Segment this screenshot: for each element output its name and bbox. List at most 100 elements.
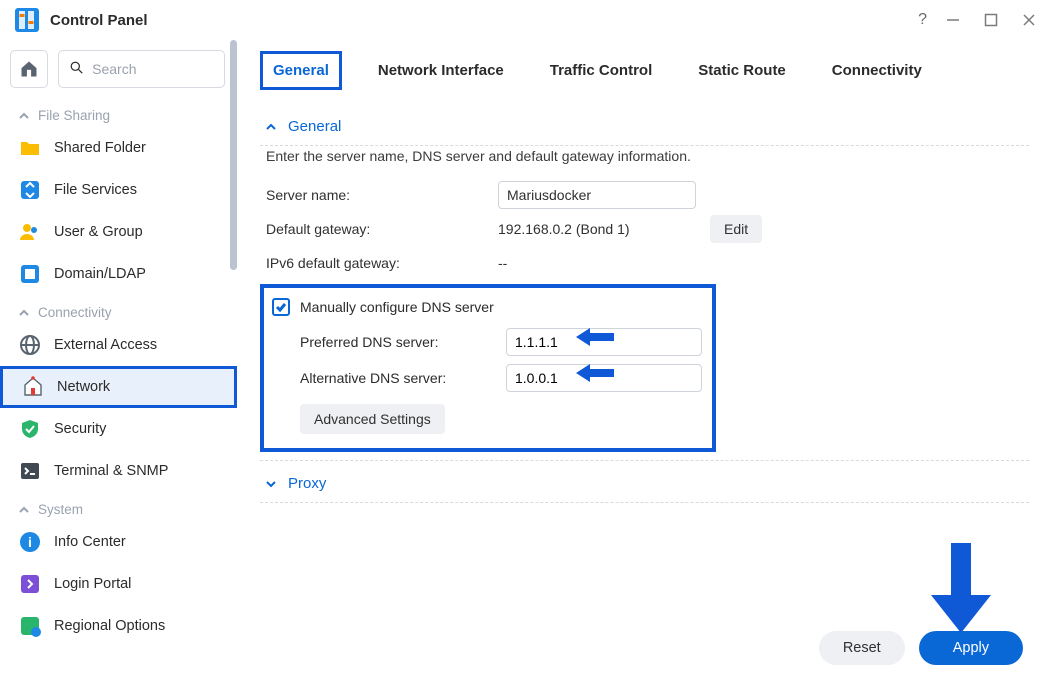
- preferred-dns-input[interactable]: [506, 328, 702, 356]
- chevron-up-icon: [18, 504, 30, 516]
- section-title: General: [288, 118, 341, 135]
- section-system[interactable]: System: [0, 492, 237, 521]
- general-description: Enter the server name, DNS server and de…: [260, 146, 1029, 178]
- home-button[interactable]: [10, 50, 48, 88]
- row-preferred-dns: Preferred DNS server:: [272, 324, 704, 360]
- sidebar-item-terminal-snmp[interactable]: Terminal & SNMP: [0, 450, 237, 492]
- info-icon: i: [18, 530, 42, 554]
- field-value: --: [498, 255, 507, 271]
- file-services-icon: [18, 178, 42, 202]
- section-connectivity[interactable]: Connectivity: [0, 295, 237, 324]
- terminal-icon: [18, 459, 42, 483]
- search-icon: [69, 60, 84, 78]
- sidebar-item-label: Domain/LDAP: [54, 266, 146, 282]
- section-file-sharing[interactable]: File Sharing: [0, 98, 237, 127]
- server-name-input[interactable]: [498, 181, 696, 209]
- content-area: General Network Interface Traffic Contro…: [238, 40, 1051, 679]
- sidebar-item-security[interactable]: Security: [0, 408, 237, 450]
- close-button[interactable]: [1017, 8, 1041, 32]
- apply-button[interactable]: Apply: [919, 631, 1023, 665]
- svg-text:i: i: [28, 534, 32, 550]
- section-general-header[interactable]: General: [260, 104, 1029, 145]
- field-label: Server name:: [266, 187, 498, 203]
- sidebar-item-domain-ldap[interactable]: Domain/LDAP: [0, 253, 237, 295]
- sidebar-item-label: External Access: [54, 337, 157, 353]
- edit-gateway-button[interactable]: Edit: [710, 215, 762, 243]
- tab-general[interactable]: General: [260, 51, 342, 90]
- tab-static-route[interactable]: Static Route: [688, 54, 796, 87]
- sidebar-item-label: Login Portal: [54, 576, 131, 592]
- login-portal-icon: [18, 572, 42, 596]
- checkbox-label: Manually configure DNS server: [300, 299, 494, 315]
- sidebar-item-label: Security: [54, 421, 106, 437]
- field-label: Alternative DNS server:: [300, 370, 506, 386]
- section-label: Connectivity: [38, 305, 112, 320]
- search-field[interactable]: [58, 50, 225, 88]
- tab-label: General: [273, 62, 329, 79]
- sidebar-item-login-portal[interactable]: Login Portal: [0, 563, 237, 605]
- check-icon: [275, 301, 287, 313]
- folder-icon: [18, 136, 42, 160]
- sidebar-item-label: Terminal & SNMP: [54, 463, 168, 479]
- sidebar-item-label: Regional Options: [54, 618, 165, 634]
- footer: Reset Apply: [238, 617, 1051, 679]
- tabs: General Network Interface Traffic Contro…: [238, 40, 1051, 90]
- row-server-name: Server name:: [260, 178, 1029, 212]
- sidebar-item-label: Network: [57, 379, 110, 395]
- row-default-gateway: Default gateway: 192.168.0.2 (Bond 1) Ed…: [260, 212, 1029, 246]
- maximize-button[interactable]: [979, 8, 1003, 32]
- minimize-button[interactable]: [941, 8, 965, 32]
- row-alternative-dns: Alternative DNS server:: [272, 360, 704, 396]
- section-title: Proxy: [288, 475, 326, 492]
- sidebar-item-file-services[interactable]: File Services: [0, 169, 237, 211]
- tab-connectivity[interactable]: Connectivity: [822, 54, 932, 87]
- domain-ldap-icon: [18, 262, 42, 286]
- sidebar-item-user-group[interactable]: User & Group: [0, 211, 237, 253]
- tab-label: Network Interface: [378, 62, 504, 79]
- chevron-up-icon: [18, 307, 30, 319]
- sidebar-item-network[interactable]: Network: [0, 366, 237, 408]
- sidebar-item-external-access[interactable]: External Access: [0, 324, 237, 366]
- home-icon: [19, 59, 39, 79]
- help-button[interactable]: ?: [918, 11, 927, 29]
- sidebar-item-label: Shared Folder: [54, 140, 146, 156]
- search-input[interactable]: [92, 61, 214, 77]
- advanced-settings-button[interactable]: Advanced Settings: [300, 404, 445, 434]
- chevron-down-icon: [264, 477, 278, 491]
- tab-label: Connectivity: [832, 62, 922, 79]
- section-proxy-header[interactable]: Proxy: [260, 461, 1029, 502]
- network-icon: [21, 375, 45, 399]
- sidebar-item-info-center[interactable]: i Info Center: [0, 521, 237, 563]
- dns-settings-box: Manually configure DNS server Preferred …: [260, 284, 716, 452]
- window-title: Control Panel: [50, 12, 148, 29]
- reset-button[interactable]: Reset: [819, 631, 905, 665]
- chevron-up-icon: [18, 110, 30, 122]
- sidebar-scrollbar[interactable]: [229, 40, 237, 679]
- field-label: IPv6 default gateway:: [266, 255, 498, 271]
- dns-checkbox-row[interactable]: Manually configure DNS server: [272, 298, 704, 316]
- sidebar-item-label: File Services: [54, 182, 137, 198]
- tab-label: Static Route: [698, 62, 786, 79]
- field-label: Preferred DNS server:: [300, 334, 506, 350]
- sidebar-item-label: Info Center: [54, 534, 126, 550]
- section-label: File Sharing: [38, 108, 110, 123]
- sidebar-item-label: User & Group: [54, 224, 143, 240]
- sidebar-scrollbar-thumb[interactable]: [230, 40, 237, 270]
- row-ipv6-gateway: IPv6 default gateway: --: [260, 246, 1029, 280]
- sidebar: File Sharing Shared Folder File Services…: [0, 40, 238, 679]
- user-group-icon: [18, 220, 42, 244]
- tab-network-interface[interactable]: Network Interface: [368, 54, 514, 87]
- section-label: System: [38, 502, 83, 517]
- titlebar: Control Panel ?: [0, 0, 1051, 40]
- tab-traffic-control[interactable]: Traffic Control: [540, 54, 663, 87]
- regional-icon: [18, 614, 42, 638]
- sidebar-item-regional-options[interactable]: Regional Options: [0, 605, 237, 647]
- alternative-dns-input[interactable]: [506, 364, 702, 392]
- tab-label: Traffic Control: [550, 62, 653, 79]
- field-label: Default gateway:: [266, 221, 498, 237]
- field-value: 192.168.0.2 (Bond 1): [498, 221, 696, 237]
- sidebar-item-shared-folder[interactable]: Shared Folder: [0, 127, 237, 169]
- shield-icon: [18, 417, 42, 441]
- control-panel-icon: [14, 7, 40, 33]
- dns-checkbox[interactable]: [272, 298, 290, 316]
